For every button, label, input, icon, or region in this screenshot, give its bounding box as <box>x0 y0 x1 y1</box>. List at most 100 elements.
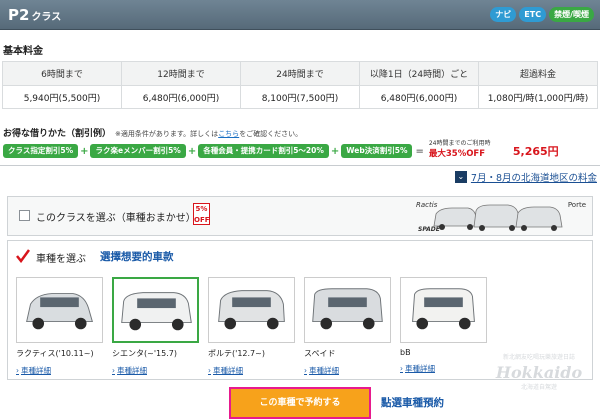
class-select-label[interactable]: このクラスを選ぶ（車種おまかせ） <box>36 209 196 224</box>
price-daily: 6,480円(6,000円) <box>359 85 479 109</box>
basic-fee-title: 基本料金 <box>3 46 43 57</box>
car-detail-text[interactable]: 車種詳細 <box>213 366 243 375</box>
price-col-24h: 24時間まで <box>240 61 360 86</box>
deal-note-post: をご確認ください。 <box>239 130 303 138</box>
watermark: 新北網友吃喝玩樂旅遊日誌 Hokkaido 北海道自駕遊 <box>484 352 594 402</box>
car-detail-text[interactable]: 車種詳細 <box>21 366 51 375</box>
car-select-zh: 選擇想要的車款 <box>100 251 174 263</box>
car-item-ractis[interactable]: ラクティス('10.11~) › 車種詳細 <box>16 277 103 376</box>
plus-icon: + <box>187 145 197 157</box>
deal-note-pre: ※適用条件があります。詳しくは <box>115 130 219 138</box>
price-24h: 8,100円(7,500円) <box>240 85 360 109</box>
max-discount-note: 24時間までのご利用時 <box>428 140 491 147</box>
car-name: ポルテ('12.7~) <box>208 349 265 358</box>
deal-title-row: お得な借りかた（割引例） ※適用条件があります。詳しくはこちらをご確認ください。 <box>3 126 302 139</box>
car-detail-link[interactable]: › 車種詳細 <box>16 365 103 376</box>
discount-card: 各種会員・提携カード割引5～20% <box>198 144 329 158</box>
car-window <box>137 298 176 309</box>
car-illustration <box>121 292 192 331</box>
chevron-down-icon: ⌄ <box>454 171 467 183</box>
car-detail-link[interactable]: › 車種詳細 <box>304 365 391 376</box>
summer-price-text[interactable]: 7月・8月の北海道地区の料金 <box>471 170 597 184</box>
car-image-bb[interactable] <box>400 277 487 343</box>
chip-navi: ナビ <box>490 7 517 22</box>
car-wheel <box>32 317 45 330</box>
class-select-checkbox[interactable] <box>19 210 30 221</box>
discount-badge: 5% OFF <box>193 203 210 225</box>
price-col-extra: 超過料金 <box>478 61 598 86</box>
car-image-porte[interactable] <box>208 277 295 343</box>
car-wheel <box>129 318 142 331</box>
max-discount: 24時間までのご利用時 最大35%OFF <box>428 140 509 161</box>
car-name: ラクティス('10.11~) <box>16 349 94 358</box>
plus-icon: + <box>80 145 89 157</box>
car-detail-text[interactable]: 車種詳細 <box>117 366 147 375</box>
car-illustration <box>218 290 285 330</box>
class-header: P2 クラス ナビ ETC 禁煙/喫煙 <box>0 0 600 30</box>
car-detail-link[interactable]: › 車種詳細 <box>208 365 295 376</box>
car-window <box>232 297 271 308</box>
chip-smoking: 禁煙/喫煙 <box>549 7 594 22</box>
arrow-right-icon: › <box>112 366 115 375</box>
price-12h: 6,480円(6,000円) <box>121 85 241 109</box>
car-image-sienta[interactable] <box>112 277 199 343</box>
car-item-porte[interactable]: ポルテ('12.7~) › 車種詳細 <box>208 277 295 376</box>
reserve-zh-label: 點選車種預約 <box>381 397 444 409</box>
car-illustration <box>312 288 383 330</box>
car-image-spade[interactable] <box>304 277 391 343</box>
class-title: P2 クラス <box>8 5 61 28</box>
car-wheel <box>171 318 184 331</box>
price-value-row: 5,940円(5,500円) 6,480円(6,000円) 8,100円(7,5… <box>2 85 598 109</box>
price-extra: 1,080円/時(1,000円/時) <box>478 85 598 109</box>
car-illustration <box>26 293 93 330</box>
summer-price-link[interactable]: ⌄ 7月・8月の北海道地区の料金 <box>454 170 597 184</box>
car-list: ラクティス('10.11~) › 車種詳細 シエンタ(~'15.7) › 車種詳細 … <box>16 277 487 376</box>
price-6h: 5,940円(5,500円) <box>2 85 122 109</box>
price-col-daily: 以降1日（24時間）ごと <box>359 61 479 86</box>
discount-web: Web決済割引5% <box>341 144 413 158</box>
car-lineup-image <box>433 204 563 231</box>
discount-row: クラス指定割引5% + ラク楽eメンバー割引5% + 各種会員・提携カード割引5… <box>3 140 559 161</box>
car-detail-text[interactable]: 車種詳細 <box>405 364 435 373</box>
discount-member: ラク楽eメンバー割引5% <box>90 144 186 158</box>
car-item-spade[interactable]: スペイド › 車種詳細 <box>304 277 391 376</box>
car-illustration <box>412 288 475 330</box>
car-name: スペイド <box>304 349 336 358</box>
arrow-right-icon: › <box>304 366 307 375</box>
watermark-line1: 新北網友吃喝玩樂旅遊日誌 <box>502 354 575 361</box>
car-item-bb[interactable]: bB › 車種詳細 <box>400 277 487 376</box>
page: P2 クラス ナビ ETC 禁煙/喫煙 基本料金 6時間まで 12時間まで 24時… <box>0 0 600 419</box>
arrow-right-icon: › <box>16 366 19 375</box>
class-suffix: クラス <box>31 12 62 23</box>
car-name: シエンタ(~'15.7) <box>112 349 177 358</box>
deal-note: ※適用条件があります。詳しくはこちらをご確認ください。 <box>115 130 302 138</box>
car-window <box>40 297 79 308</box>
car-wheel <box>74 317 87 330</box>
car-detail-link[interactable]: › 車種詳細 <box>400 363 487 374</box>
car-name: bB <box>400 348 411 357</box>
reserve-button[interactable]: この車種で予約する <box>229 387 371 419</box>
car-detail-text[interactable]: 車種詳細 <box>309 366 339 375</box>
car-wheel <box>320 317 333 330</box>
price-table: 6時間まで 12時間まで 24時間まで 以降1日（24時間）ごと 超過料金 5,… <box>2 61 598 109</box>
car-wheel <box>362 317 375 330</box>
car-detail-link[interactable]: › 車種詳細 <box>112 365 199 376</box>
car-wheel <box>416 317 429 330</box>
price-header-row: 6時間まで 12時間まで 24時間まで 以降1日（24時間）ごと 超過料金 <box>2 61 598 86</box>
feature-chips: ナビ ETC 禁煙/喫煙 <box>490 7 594 22</box>
car-wheel <box>266 317 279 330</box>
arrow-right-icon: › <box>400 364 403 373</box>
deal-title: お得な借りかた（割引例） <box>3 129 112 139</box>
equals-icon: = <box>415 145 424 157</box>
arrow-right-icon: › <box>208 366 211 375</box>
brand-lineup: Ractis Porte SPADE <box>416 199 586 233</box>
deal-note-link[interactable]: こちら <box>218 130 239 138</box>
discount-price: 5,265円 <box>512 145 559 158</box>
car-item-sienta[interactable]: シエンタ(~'15.7) › 車種詳細 <box>112 277 199 376</box>
watermark-logo: Hokkaido <box>495 363 583 382</box>
class-name: P2 <box>8 6 30 24</box>
car-image-ractis[interactable] <box>16 277 103 343</box>
watermark-line3: 北海道自駕遊 <box>520 384 557 391</box>
divider <box>0 165 600 166</box>
max-discount-label: 最大35%OFF <box>428 149 486 159</box>
